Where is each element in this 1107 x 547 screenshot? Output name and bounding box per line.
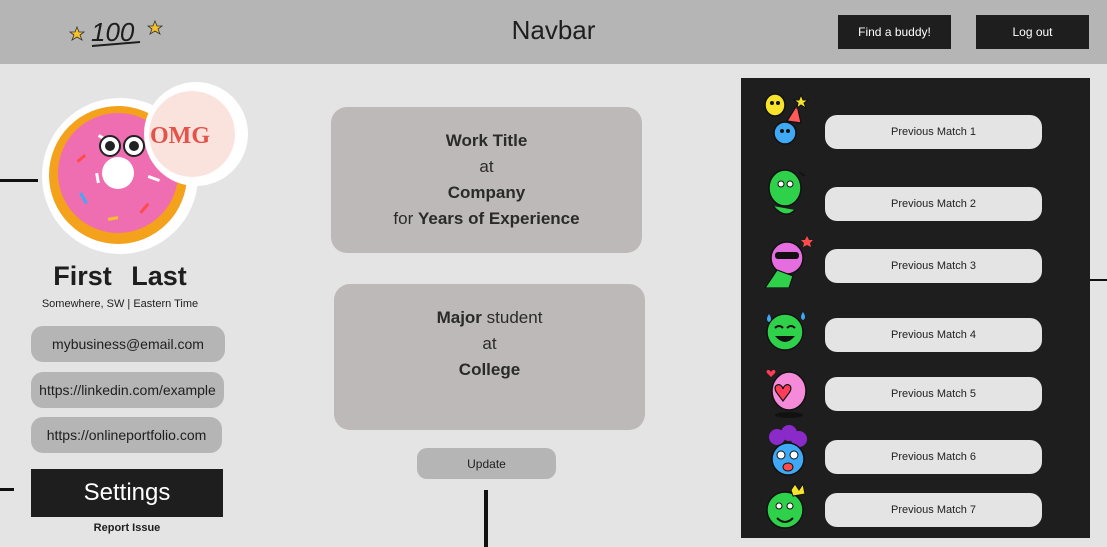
- work-years: Years of Experience: [417, 209, 580, 228]
- linkedin-field[interactable]: https://linkedin.com/example: [31, 372, 224, 408]
- study-card: Major student at College: [334, 284, 645, 430]
- cool-sunglasses-icon: [764, 236, 813, 288]
- pink-heart-icon: [766, 370, 807, 418]
- work-company: Company: [447, 183, 526, 202]
- study-at: at: [482, 334, 497, 353]
- donut-avatar[interactable]: OMG: [38, 77, 248, 255]
- work-at: at: [479, 157, 494, 176]
- previous-match-4-button[interactable]: Previous Match 4: [825, 318, 1042, 352]
- previous-matches-panel: Previous Match 1 Previous Match 2 Previo…: [741, 78, 1090, 538]
- report-issue-link[interactable]: Report Issue: [31, 522, 223, 534]
- green-crown-icon: [766, 482, 806, 529]
- find-buddy-button[interactable]: Find a buddy!: [838, 15, 951, 49]
- work-for: for: [393, 209, 414, 228]
- settings-button[interactable]: Settings: [31, 469, 223, 517]
- previous-match-2-button[interactable]: Previous Match 2: [825, 187, 1042, 221]
- connector-line-left-bottom: [0, 488, 14, 491]
- balloon-party-icon: [764, 93, 810, 145]
- previous-match-3-button[interactable]: Previous Match 3: [825, 249, 1042, 283]
- connector-line-center: [484, 490, 488, 547]
- previous-match-6-button[interactable]: Previous Match 6: [825, 440, 1042, 474]
- study-college: College: [458, 360, 521, 379]
- previous-match-1-button[interactable]: Previous Match 1: [825, 115, 1042, 149]
- shocked-blue-icon: [769, 425, 807, 476]
- connector-line-left-top: [0, 179, 38, 182]
- logout-button[interactable]: Log out: [976, 15, 1089, 49]
- last-name: Last: [131, 261, 187, 291]
- previous-match-7-button[interactable]: Previous Match 7: [825, 493, 1042, 527]
- user-location: Somewhere, SW | Eastern Time: [41, 298, 199, 310]
- user-name: First Last: [0, 261, 240, 292]
- work-title: Work Title: [445, 131, 528, 150]
- work-card: Work Title at Company for Years of Exper…: [331, 107, 642, 253]
- connector-line-right: [1090, 279, 1107, 281]
- study-major: Major: [436, 308, 482, 327]
- first-name: First: [53, 261, 112, 291]
- green-thinking-icon: [768, 169, 806, 215]
- laughing-tears-icon: [766, 312, 805, 351]
- previous-match-5-button[interactable]: Previous Match 5: [825, 377, 1042, 411]
- email-field[interactable]: mybusiness@email.com: [31, 326, 225, 362]
- omg-text: OMG: [150, 123, 210, 149]
- study-student: student: [486, 308, 543, 327]
- update-button[interactable]: Update: [417, 448, 556, 479]
- navbar: 100 Navbar Find a buddy! Log out: [0, 0, 1107, 64]
- portfolio-field[interactable]: https://onlineportfolio.com: [31, 417, 222, 453]
